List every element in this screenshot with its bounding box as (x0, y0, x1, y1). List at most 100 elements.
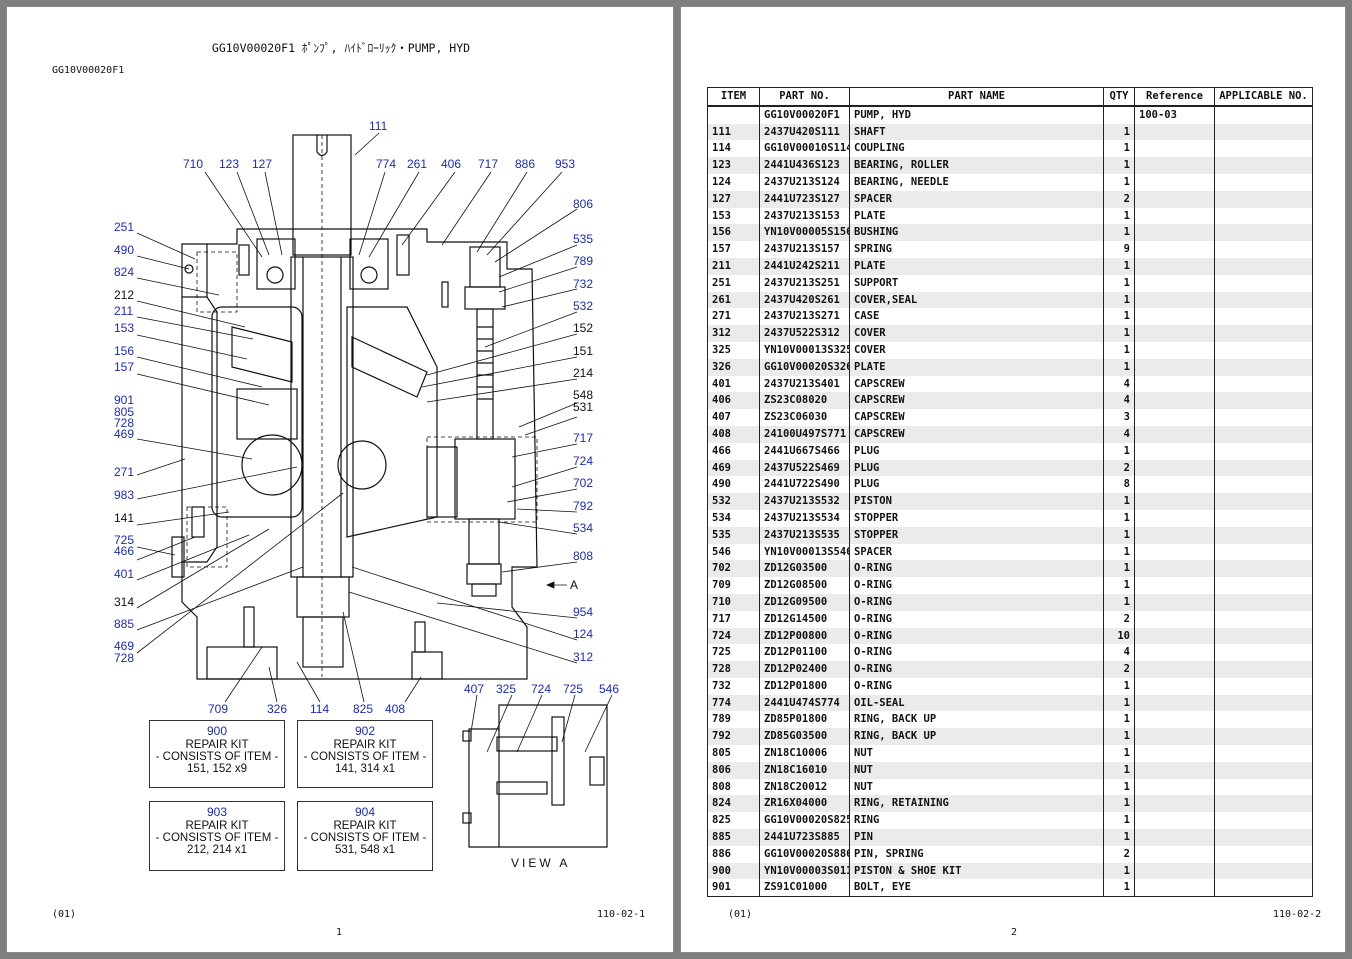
callout-111: 111 (369, 119, 388, 133)
table-cell: 1 (1103, 694, 1135, 712)
table-cell (1134, 644, 1215, 662)
table-cell: SPACER (849, 190, 1104, 208)
table-cell (1214, 207, 1313, 225)
table-row: 725 ZD12P01100 O-RING 4 (707, 644, 1313, 662)
table-cell: 546 (707, 543, 760, 561)
table-row: 885 2441U723S885 PIN 1 (707, 829, 1313, 846)
table-row: GG10V00020F1 PUMP, HYD 100-03 (707, 105, 1313, 124)
callout-123: 123 (219, 157, 239, 171)
table-cell: PLUG (849, 476, 1104, 494)
callout-261: 261 (407, 157, 427, 171)
table-cell: 153 (707, 207, 760, 225)
table-cell: 2437U213S401 (759, 375, 850, 393)
table-cell (1134, 341, 1215, 359)
table-cell (1214, 778, 1313, 796)
table-cell: PLUG (849, 442, 1104, 460)
table-cell: NUT (849, 745, 1104, 762)
table-cell: 1 (1103, 274, 1135, 292)
table-cell: 401 (707, 375, 760, 393)
table-cell (1214, 711, 1313, 729)
table-row: 808 ZN18C20012 NUT 1 (707, 778, 1313, 796)
table-cell: COVER (849, 341, 1104, 359)
table-row: 901 ZS91C01000 BOLT, EYE 1 (707, 879, 1313, 898)
column-header: ITEM (707, 86, 760, 107)
table-cell: SPACER (849, 543, 1104, 561)
table-cell: 2437U522S469 (759, 459, 850, 477)
table-cell: 123 (707, 157, 760, 174)
table-cell (1214, 274, 1313, 292)
table-row: 702 ZD12G03500 O-RING 1 (707, 560, 1313, 578)
table-cell: 1 (1103, 157, 1135, 174)
table-cell (1134, 241, 1215, 258)
table-cell (1134, 325, 1215, 342)
table-row: 724 ZD12P00800 O-RING 10 (707, 627, 1313, 645)
table-cell: 1 (1103, 493, 1135, 510)
table-cell: SPRING (849, 241, 1104, 258)
table-cell: ZS23C08020 (759, 392, 850, 410)
table-cell (1214, 476, 1313, 494)
table-row: 728 ZD12P02400 O-RING 2 (707, 661, 1313, 678)
table-cell: PIN, SPRING (849, 845, 1104, 863)
table-cell: 2441U242S211 (759, 257, 850, 275)
callout-469-upper: 469 (114, 427, 134, 441)
table-cell (1214, 677, 1313, 695)
table-cell (1214, 761, 1313, 779)
table-cell: O-RING (849, 661, 1104, 678)
column-header: APPLICABLE NO. (1214, 86, 1313, 107)
table-cell: 1 (1103, 123, 1135, 141)
table-cell: PLUG (849, 459, 1104, 477)
table-cell: 9 (1103, 241, 1135, 258)
table-cell: 2 (1103, 190, 1135, 208)
table-cell: CAPSCREW (849, 409, 1104, 426)
table-cell: 312 (707, 325, 760, 342)
table-cell: PLATE (849, 257, 1104, 275)
table-cell: 732 (707, 677, 760, 695)
table-cell: 724 (707, 627, 760, 645)
table-cell: 1 (1103, 677, 1135, 695)
table-cell: 1 (1103, 795, 1135, 813)
table-cell: 407 (707, 409, 760, 426)
callout-156: 156 (114, 344, 134, 358)
table-cell: O-RING (849, 644, 1104, 662)
table-cell: CAPSCREW (849, 392, 1104, 410)
table-cell: 808 (707, 778, 760, 796)
repair-kit-902: 902 REPAIR KIT - CONSISTS OF ITEM - 141,… (297, 720, 433, 788)
callout-732: 732 (573, 277, 593, 291)
table-cell: YN10V00013S325 (759, 341, 850, 359)
callout-271: 271 (114, 465, 134, 479)
table-cell: 1 (1103, 829, 1135, 846)
table-cell: ZD12G08500 (759, 577, 850, 594)
parts-list-page: ITEM PART NO. PART NAME QTY Reference APPLICA… (680, 6, 1346, 953)
table-cell (1214, 308, 1313, 326)
table-cell (1134, 123, 1215, 141)
table-cell: ZD12P02400 (759, 661, 850, 678)
table-row: 469 2437U522S469 PLUG 2 (707, 459, 1313, 477)
table-cell: 2437U420S261 (759, 291, 850, 309)
table-cell: 900 (707, 862, 760, 880)
table-row: 824 ZR16X04000 RING, RETAINING 1 (707, 795, 1313, 813)
callout-531: 531 (573, 400, 593, 414)
table-cell (1134, 543, 1215, 561)
callout-326: 326 (267, 702, 287, 716)
table-cell (1214, 661, 1313, 678)
table-row: 123 2441U436S123 BEARING, ROLLER 1 (707, 157, 1313, 174)
revision-label: (01) (52, 909, 77, 920)
table-cell: 2441U723S127 (759, 190, 850, 208)
table-cell (1214, 291, 1313, 309)
table-cell: 2441U722S490 (759, 476, 850, 494)
table-row: 114 GG10V00010S114 COUPLING 1 (707, 140, 1313, 158)
table-cell (1134, 459, 1215, 477)
table-cell: PLATE (849, 358, 1104, 376)
callout-710: 710 (183, 157, 203, 171)
table-cell: 1 (1103, 325, 1135, 342)
table-cell (1134, 795, 1215, 813)
callout-725-view: 725 (563, 682, 583, 696)
table-cell (1214, 173, 1313, 191)
table-cell (1214, 543, 1313, 561)
table-cell: 2441U436S123 (759, 157, 850, 174)
table-cell (1214, 442, 1313, 460)
table-cell: 4 (1103, 392, 1135, 410)
table-cell: ZD12P01100 (759, 644, 850, 662)
table-cell: 4 (1103, 425, 1135, 443)
table-cell: 466 (707, 442, 760, 460)
